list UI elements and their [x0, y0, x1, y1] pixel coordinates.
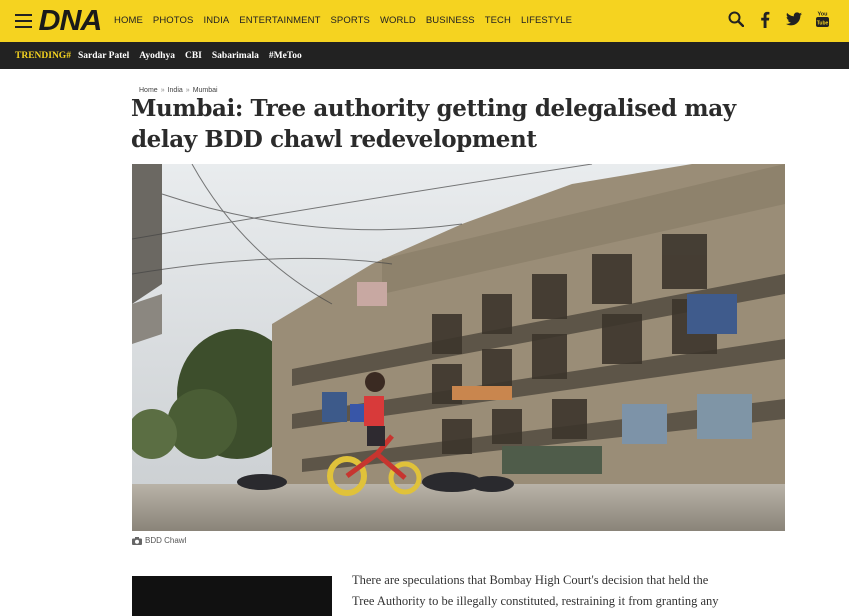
top-header: DNA HOME PHOTOS INDIA ENTERTAINMENT SPOR…	[0, 0, 849, 42]
nav-item-world[interactable]: WORLD	[380, 15, 416, 26]
nav-item-tech[interactable]: TECH	[485, 15, 511, 26]
ad-placeholder[interactable]	[132, 576, 332, 616]
body-line: There are speculations that Bombay High …	[352, 573, 709, 587]
caption-text: BDD Chawl	[145, 536, 187, 545]
nav-item-lifestyle[interactable]: LIFESTYLE	[521, 15, 572, 26]
camera-icon	[132, 536, 142, 545]
facebook-icon[interactable]	[756, 9, 773, 29]
youtube-icon[interactable]: Tube You	[814, 9, 831, 29]
nav-item-home[interactable]: HOME	[114, 15, 143, 26]
nav-item-india[interactable]: INDIA	[203, 15, 229, 26]
trending-item[interactable]: #MeToo	[269, 51, 302, 61]
body-line: Tree Authority to be illegally constitut…	[352, 594, 719, 608]
trending-item[interactable]: Sabarimala	[212, 51, 259, 61]
image-caption: BDD Chawl	[132, 536, 186, 545]
trending-bar: TRENDING# Sardar Patel Ayodhya CBI Sabar…	[0, 42, 849, 69]
svg-text:Tube: Tube	[817, 21, 829, 27]
trending-item[interactable]: Sardar Patel	[78, 51, 129, 61]
search-icon[interactable]	[727, 9, 744, 29]
trending-item[interactable]: CBI	[185, 51, 202, 61]
nav-item-entertainment[interactable]: ENTERTAINMENT	[239, 15, 320, 26]
article-image	[132, 164, 785, 531]
site-logo[interactable]: DNA	[39, 5, 103, 38]
article-body: There are speculations that Bombay High …	[352, 570, 792, 612]
nav-item-sports[interactable]: SPORTS	[330, 15, 370, 26]
article-title: Mumbai: Tree authority getting delegalis…	[131, 95, 736, 153]
header-icons: Tube You	[727, 9, 831, 29]
twitter-icon[interactable]	[785, 9, 802, 29]
nav-item-business[interactable]: BUSINESS	[426, 15, 475, 26]
main-nav: HOME PHOTOS INDIA ENTERTAINMENT SPORTS W…	[114, 15, 572, 26]
svg-text:You: You	[818, 11, 828, 17]
trending-item[interactable]: Ayodhya	[139, 51, 175, 61]
menu-icon[interactable]	[15, 14, 32, 28]
nav-item-photos[interactable]: PHOTOS	[153, 15, 194, 26]
trending-label: TRENDING#	[15, 50, 71, 61]
